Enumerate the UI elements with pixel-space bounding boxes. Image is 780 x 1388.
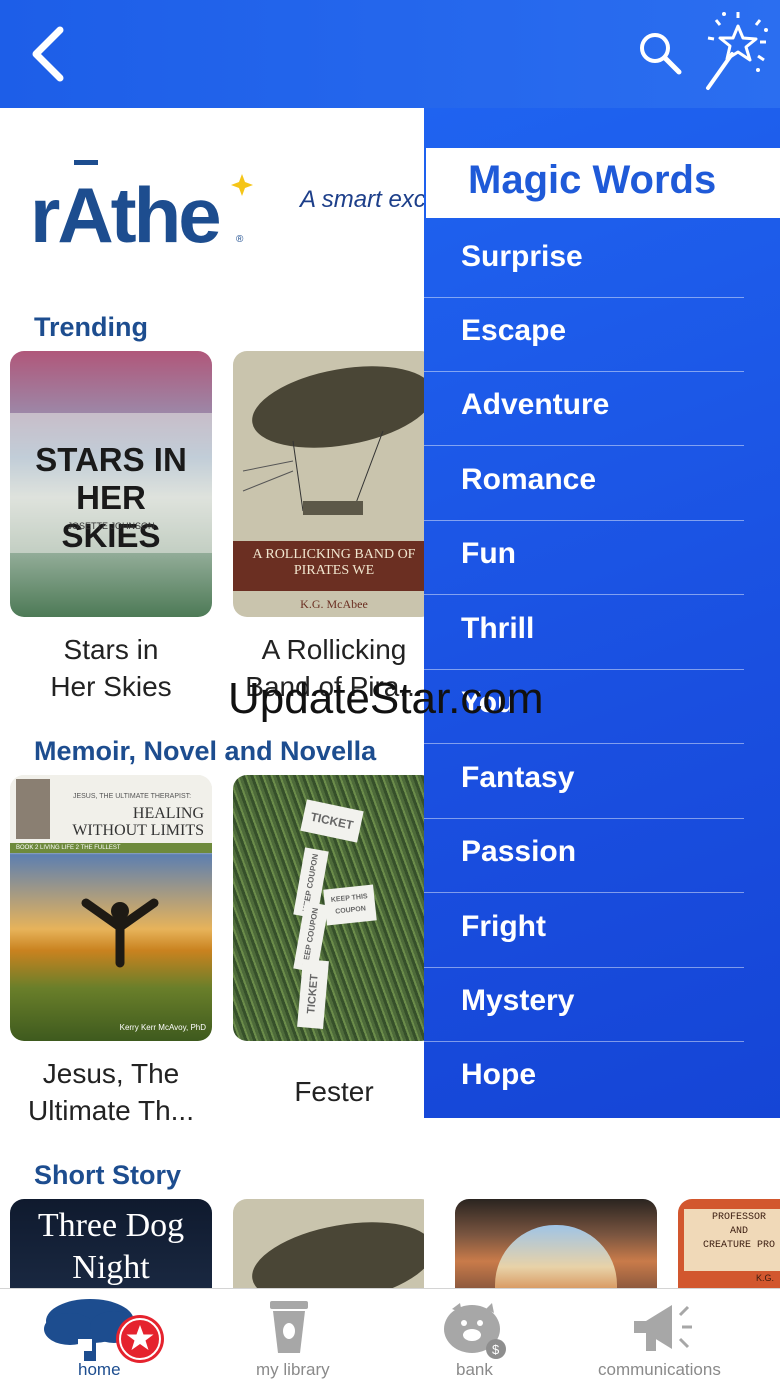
book-card[interactable] bbox=[233, 1199, 424, 1288]
tab-label-home: home bbox=[78, 1360, 121, 1379]
book-cover[interactable]: TICKET KEEP COUPON KEEP THIS COUPON KEEP… bbox=[233, 775, 424, 1041]
magic-word-escape[interactable]: Escape bbox=[424, 298, 780, 372]
chevron-left-icon[interactable] bbox=[28, 26, 68, 82]
bottom-tab-bar: home my library $ bank communications bbox=[0, 1288, 780, 1388]
airship-illustration bbox=[242, 366, 424, 515]
book-cover[interactable]: PROFESSOR AND CREATURE PRO K.G. bbox=[678, 1199, 780, 1288]
megaphone-icon bbox=[634, 1305, 692, 1351]
tab-label-bank: bank bbox=[456, 1360, 493, 1379]
book-card[interactable]: TICKET KEEP COUPON KEEP THIS COUPON KEEP… bbox=[233, 775, 424, 1110]
tree-house-icon bbox=[44, 1299, 164, 1363]
tab-my-library[interactable]: my library bbox=[246, 1289, 338, 1388]
top-bar bbox=[0, 0, 780, 108]
tab-communications[interactable]: communications bbox=[596, 1289, 726, 1388]
book-title: Stars in Her Skies bbox=[50, 634, 172, 702]
book-cover[interactable] bbox=[455, 1199, 657, 1288]
book-cover[interactable]: Three Dog Night bbox=[10, 1199, 212, 1288]
magic-word-fright[interactable]: Fright bbox=[424, 894, 780, 968]
book-title: Jesus, The Ultimate Th... bbox=[28, 1058, 194, 1126]
magic-word-mystery[interactable]: Mystery bbox=[424, 968, 780, 1042]
piggy-bank-icon: $ bbox=[444, 1303, 506, 1359]
book-cover[interactable]: JESUS, THE ULTIMATE THERAPIST: HEALING W… bbox=[10, 775, 212, 1041]
book-card[interactable] bbox=[455, 1199, 657, 1288]
book-cover[interactable]: A ROLLICKING BAND OF PIRATES WE K.G. McA… bbox=[233, 351, 424, 617]
book-card[interactable]: PROFESSOR AND CREATURE PRO K.G. bbox=[678, 1199, 780, 1288]
search-icon[interactable] bbox=[637, 30, 683, 76]
cover-title: Three Dog Night bbox=[37, 1207, 185, 1286]
book-card[interactable]: A ROLLICKING BAND OF PIRATES WE K.G. McA… bbox=[233, 351, 424, 705]
section-title-trending: Trending bbox=[34, 312, 148, 342]
magic-words-menu: Magic Words Surprise Escape Adventure Ro… bbox=[424, 108, 780, 1118]
magic-wand-icon[interactable] bbox=[698, 8, 770, 94]
cross-image bbox=[16, 779, 50, 839]
tab-bank[interactable]: $ bank bbox=[434, 1289, 514, 1388]
magic-word-adventure[interactable]: Adventure bbox=[424, 372, 780, 446]
book-cover[interactable]: STARS IN HER SKIES JOSETTE JOHNSON bbox=[10, 351, 212, 617]
svg-text:rAthe: rAthe bbox=[30, 171, 219, 248]
magic-word-hope[interactable]: Hope bbox=[424, 1042, 780, 1116]
airship-illustration bbox=[252, 1222, 424, 1288]
cover-author: JOSETTE JOHNSON bbox=[67, 521, 155, 531]
cover-band: A ROLLICKING BAND OF PIRATES WE bbox=[233, 541, 424, 591]
svg-text:®: ® bbox=[236, 234, 244, 245]
cave-opening bbox=[495, 1225, 617, 1288]
magic-word-fun[interactable]: Fun bbox=[424, 521, 780, 595]
tagline: A smart exc bbox=[300, 186, 424, 213]
tab-label-communications: communications bbox=[598, 1360, 721, 1379]
person-silhouette bbox=[80, 893, 159, 973]
book-card[interactable]: Three Dog Night bbox=[10, 1199, 212, 1288]
magic-word-romance[interactable]: Romance bbox=[424, 447, 780, 521]
cover-author: Kerry Kerr McAvoy, PhD bbox=[119, 1023, 206, 1032]
coffee-cup-icon bbox=[270, 1301, 308, 1353]
tab-home[interactable]: home bbox=[30, 1289, 170, 1388]
rathe-logo: rAthe ® bbox=[30, 160, 253, 248]
tab-label-my-library: my library bbox=[256, 1360, 330, 1379]
magic-word-passion[interactable]: Passion bbox=[424, 819, 780, 893]
cover-author: K.G. McAbee bbox=[300, 597, 368, 611]
magic-words-header: Magic Words bbox=[426, 148, 780, 218]
section-title-memoir: Memoir, Novel and Novella bbox=[34, 736, 377, 766]
magic-words-title: Magic Words bbox=[468, 158, 717, 202]
magic-word-surprise[interactable]: Surprise bbox=[424, 224, 780, 298]
cover-title-panel: PROFESSOR AND CREATURE PRO bbox=[684, 1209, 780, 1271]
book-title: Fester bbox=[294, 1076, 374, 1107]
book-card[interactable]: STARS IN HER SKIES JOSETTE JOHNSON Stars… bbox=[10, 351, 212, 705]
cover-title: STARS IN HER SKIES bbox=[35, 441, 187, 554]
book-card[interactable]: JESUS, THE ULTIMATE THERAPIST: HEALING W… bbox=[10, 775, 212, 1129]
watermark: UpdateStar.com bbox=[228, 674, 544, 723]
section-title-short-story: Short Story bbox=[34, 1160, 182, 1190]
magic-word-thrill[interactable]: Thrill bbox=[424, 596, 780, 670]
book-cover[interactable] bbox=[233, 1199, 424, 1288]
magic-word-fantasy[interactable]: Fantasy bbox=[424, 745, 780, 819]
svg-text:$: $ bbox=[492, 1342, 500, 1357]
